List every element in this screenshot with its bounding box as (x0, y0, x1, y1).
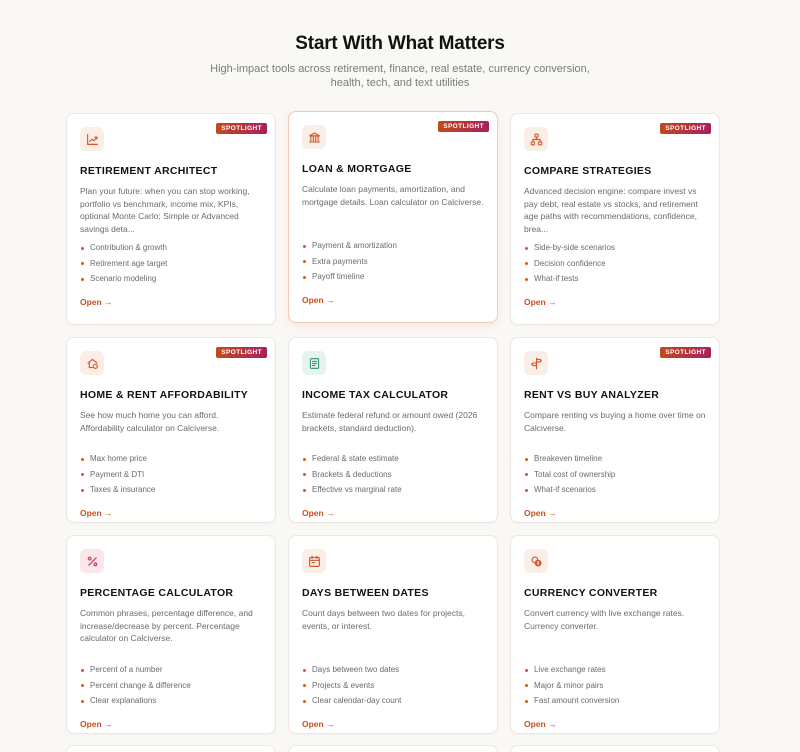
feature-list: Days between two dates Projects & events… (302, 662, 484, 709)
card-description: Convert currency with live exchange rate… (524, 608, 685, 631)
feature-item: Effective vs marginal rate (302, 482, 484, 498)
card-title: INCOME TAX CALCULATOR (302, 389, 449, 401)
coins-icon (524, 549, 548, 573)
network-icon (524, 127, 548, 151)
card-title: RENT VS BUY ANALYZER (524, 389, 660, 401)
tool-card-currency-converter[interactable]: CURRENCY CONVERTER Convert currency with… (510, 535, 720, 734)
tool-card-retirement-architect[interactable]: SPOTLIGHT RETIREMENT ARCHITECT Plan your… (66, 113, 276, 325)
calendar-icon (302, 549, 326, 573)
tool-card-rent-vs-buy-analyzer[interactable]: SPOTLIGHT RENT VS BUY ANALYZER Compare r… (510, 337, 720, 523)
tool-card-compare-strategies[interactable]: SPOTLIGHT COMPARE STRATEGIES Advanced de… (510, 113, 720, 325)
spotlight-badge: SPOTLIGHT (216, 123, 267, 134)
open-link[interactable]: Open → (302, 294, 335, 306)
tool-card-partial[interactable] (288, 745, 498, 752)
tool-card-home-rent-affordability[interactable]: SPOTLIGHT HOME & RENT AFFORDABILITY See … (66, 337, 276, 523)
card-title: COMPARE STRATEGIES (524, 165, 652, 177)
feature-list: Breakeven timeline Total cost of ownersh… (524, 451, 706, 498)
card-description: Estimate federal refund or amount owed (… (302, 410, 478, 433)
card-title: DAYS BETWEEN DATES (302, 587, 429, 599)
feature-item: Percent of a number (80, 662, 262, 678)
feature-list: Percent of a number Percent change & dif… (80, 662, 262, 709)
feature-item: Percent change & difference (80, 678, 262, 694)
feature-list: Max home price Payment & DTI Taxes & ins… (80, 451, 262, 498)
feature-item: Scenario modeling (80, 271, 262, 287)
card-title: HOME & RENT AFFORDABILITY (80, 389, 249, 401)
open-link[interactable]: Open → (302, 718, 335, 730)
feature-item: Federal & state estimate (302, 451, 484, 467)
open-link[interactable]: Open → (524, 507, 557, 519)
page-subtitle: High-impact tools across retirement, fin… (210, 63, 590, 89)
tool-card-income-tax-calculator[interactable]: INCOME TAX CALCULATOR Estimate federal r… (288, 337, 498, 523)
open-link[interactable]: Open → (302, 507, 335, 519)
feature-item: Brackets & deductions (302, 467, 484, 483)
percent-icon (80, 549, 104, 573)
page-title: Start With What Matters (295, 33, 505, 54)
tool-card-partial[interactable] (66, 745, 276, 752)
feature-list: Payment & amortization Extra payments Pa… (302, 238, 484, 285)
feature-item: Live exchange rates (524, 662, 706, 678)
next-row-peek (66, 745, 720, 752)
tool-card-percentage-calculator[interactable]: PERCENTAGE CALCULATOR Common phrases, pe… (66, 535, 276, 734)
feature-item: Max home price (80, 451, 262, 467)
feature-item: Days between two dates (302, 662, 484, 678)
feature-item: Clear calendar-day count (302, 693, 484, 709)
feature-item: Fast amount conversion (524, 693, 706, 709)
feature-item: Decision confidence (524, 256, 706, 272)
feature-item: Total cost of ownership (524, 467, 706, 483)
card-description: Calculate loan payments, amortization, a… (302, 184, 484, 207)
tool-card-loan-mortgage[interactable]: SPOTLIGHT LOAN & MORTGAGE Calculate loan… (288, 111, 498, 323)
feature-item: Retirement age target (80, 256, 262, 272)
open-link[interactable]: Open → (524, 296, 557, 308)
card-description: Count days between two dates for project… (302, 608, 466, 631)
bank-icon (302, 125, 326, 149)
feature-list: Federal & state estimate Brackets & dedu… (302, 451, 484, 498)
card-description: Common phrases, percentage difference, a… (80, 608, 253, 644)
spotlight-badge: SPOTLIGHT (438, 121, 489, 132)
card-title: RETIREMENT ARCHITECT (80, 165, 218, 177)
spotlight-badge: SPOTLIGHT (660, 123, 711, 134)
feature-item: Major & minor pairs (524, 678, 706, 694)
feature-list: Live exchange rates Major & minor pairs … (524, 662, 706, 709)
card-description: Advanced decision engine: compare invest… (524, 186, 698, 235)
tools-grid: SPOTLIGHT RETIREMENT ARCHITECT Plan your… (66, 111, 720, 734)
feature-item: Contribution & growth (80, 240, 262, 256)
feature-item: What-if scenarios (524, 482, 706, 498)
spotlight-badge: SPOTLIGHT (216, 347, 267, 358)
feature-item: What-if tests (524, 271, 706, 287)
home-dollar-icon (80, 351, 104, 375)
card-title: PERCENTAGE CALCULATOR (80, 587, 234, 599)
card-title: CURRENCY CONVERTER (524, 587, 658, 599)
feature-list: Side-by-side scenarios Decision confiden… (524, 240, 706, 287)
tool-card-partial[interactable] (510, 745, 720, 752)
card-title: LOAN & MORTGAGE (302, 163, 412, 175)
line-chart-icon (80, 127, 104, 151)
signpost-icon (524, 351, 548, 375)
feature-item: Projects & events (302, 678, 484, 694)
card-description: Compare renting vs buying a home over ti… (524, 410, 706, 433)
page-header: Start With What Matters High-impact tool… (0, 0, 800, 90)
feature-item: Payment & DTI (80, 467, 262, 483)
card-description: Plan your future: when you can stop work… (80, 186, 250, 235)
receipt-icon (302, 351, 326, 375)
feature-item: Side-by-side scenarios (524, 240, 706, 256)
open-link[interactable]: Open → (524, 718, 557, 730)
spotlight-badge: SPOTLIGHT (660, 347, 711, 358)
feature-item: Payment & amortization (302, 238, 484, 254)
tool-card-days-between-dates[interactable]: DAYS BETWEEN DATES Count days between tw… (288, 535, 498, 734)
open-link[interactable]: Open → (80, 718, 113, 730)
feature-item: Clear explanations (80, 693, 262, 709)
feature-list: Contribution & growth Retirement age tar… (80, 240, 262, 287)
feature-item: Breakeven timeline (524, 451, 706, 467)
open-link[interactable]: Open → (80, 507, 113, 519)
feature-item: Payoff timeline (302, 269, 484, 285)
feature-item: Taxes & insurance (80, 482, 262, 498)
open-link[interactable]: Open → (80, 296, 113, 308)
card-description: See how much home you can afford. Afford… (80, 410, 220, 433)
feature-item: Extra payments (302, 254, 484, 270)
